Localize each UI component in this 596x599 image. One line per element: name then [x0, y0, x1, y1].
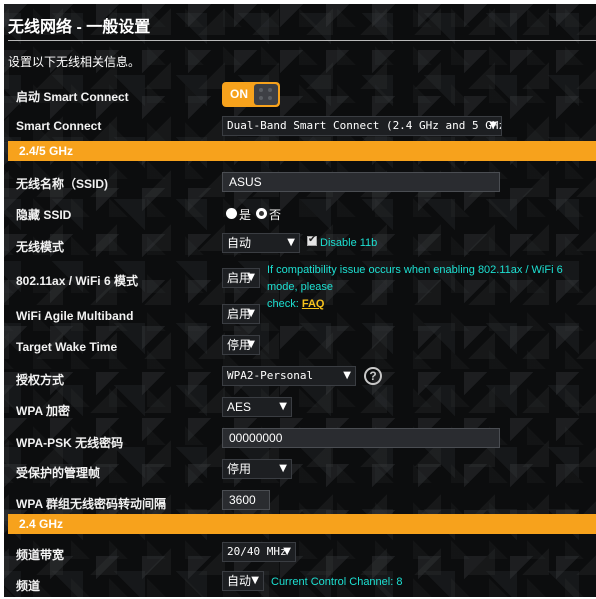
chevron-down-icon: ▼ — [247, 339, 255, 350]
group-key-input[interactable]: 3600 — [222, 490, 270, 510]
bandwidth-label: 频道带宽 — [16, 548, 65, 562]
bandwidth-select[interactable]: 20/40 MHz ▼ — [222, 542, 296, 562]
psk-value: 00000000 — [229, 431, 283, 445]
hide-ssid-no-label: 否 — [269, 208, 282, 222]
page-description: 设置以下无线相关信息。 — [8, 55, 141, 69]
hide-ssid-no-radio[interactable] — [256, 208, 267, 219]
row-target-wake-time: Target Wake Time 停用 ▼ — [4, 331, 596, 361]
auth-method-label: 授权方式 — [16, 373, 65, 387]
target-wake-time-select[interactable]: 停用 ▼ — [222, 335, 260, 355]
psk-label: WPA-PSK 无线密码 — [16, 436, 124, 450]
row-hide-ssid: 隐藏 SSID 是 否 — [4, 198, 596, 228]
agile-multiband-label: WiFi Agile Multiband — [16, 309, 134, 323]
group-key-label: WPA 群组无线密码转动间隔 — [16, 497, 166, 511]
title-divider — [8, 40, 596, 41]
channel-label: 频道 — [16, 579, 41, 593]
toggle-knob — [254, 84, 278, 105]
smart-connect-value: Dual-Band Smart Connect (2.4 GHz and 5 G… — [227, 119, 502, 132]
row-ax-mode: 802.11ax / WiFi 6 模式 启用 ▼ If compatibili… — [4, 260, 596, 310]
smart-connect-enable-label: 启动 Smart Connect — [16, 90, 129, 104]
smart-connect-select[interactable]: Dual-Band Smart Connect (2.4 GHz and 5 G… — [222, 116, 502, 136]
ax-mode-note-line1: If compatibility issue occurs when enabl… — [267, 264, 563, 293]
chevron-down-icon: ▼ — [247, 308, 255, 319]
section-title-24ghz: 2.4 GHz — [19, 517, 64, 531]
disable-11b-label: Disable 11b — [320, 237, 378, 249]
row-pmf: 受保护的管理帧 停用 ▼ — [4, 455, 596, 485]
wireless-general-settings-panel: 无线网络 - 一般设置 设置以下无线相关信息。 启动 Smart Connect… — [4, 4, 596, 597]
page-title: 无线网络 - 一般设置 — [8, 19, 151, 36]
ssid-input[interactable]: ASUS — [222, 172, 500, 192]
chevron-down-icon: ▼ — [283, 546, 291, 557]
hide-ssid-label: 隐藏 SSID — [16, 208, 72, 222]
chevron-down-icon: ▼ — [343, 370, 351, 381]
row-ssid: 无线名称（SSID) ASUS — [4, 166, 596, 196]
smart-connect-toggle[interactable]: ON — [222, 82, 280, 107]
ax-mode-select[interactable]: 启用 ▼ — [222, 268, 260, 288]
row-psk: WPA-PSK 无线密码 00000000 — [4, 424, 596, 454]
chevron-down-icon: ▼ — [489, 120, 497, 131]
disable-11b-checkbox[interactable] — [307, 234, 317, 246]
row-smart-connect-enable: 启动 Smart Connect ON — [4, 80, 596, 110]
chevron-down-icon: ▼ — [279, 463, 287, 474]
row-smart-connect: Smart Connect Dual-Band Smart Connect (2… — [4, 112, 596, 142]
channel-value: 自动 — [227, 574, 252, 588]
hide-ssid-yes-label: 是 — [239, 208, 252, 222]
auth-method-value: WPA2-Personal — [227, 369, 314, 382]
wireless-mode-select[interactable]: 自动 ▼ — [222, 233, 300, 253]
ssid-label: 无线名称（SSID) — [16, 177, 109, 191]
row-wireless-mode: 无线模式 自动 ▼ Disable 11b — [4, 229, 596, 259]
channel-select[interactable]: 自动 ▼ — [222, 571, 264, 591]
target-wake-time-label: Target Wake Time — [16, 340, 118, 354]
wpa-encryption-value: AES — [227, 400, 252, 414]
bandwidth-value: 20/40 MHz — [227, 545, 287, 558]
chevron-down-icon: ▼ — [287, 237, 295, 248]
ax-mode-label: 802.11ax / WiFi 6 模式 — [16, 274, 138, 288]
wireless-mode-value: 自动 — [227, 236, 252, 250]
chevron-down-icon: ▼ — [251, 575, 259, 586]
toggle-on-text: ON — [230, 87, 248, 101]
group-key-value: 3600 — [229, 493, 256, 507]
agile-multiband-select[interactable]: 启用 ▼ — [222, 304, 260, 324]
row-bandwidth: 频道带宽 20/40 MHz ▼ — [4, 537, 596, 567]
row-channel: 频道 自动 ▼ Current Control Channel: 8 — [4, 567, 596, 597]
section-title-24-5ghz: 2.4/5 GHz — [19, 144, 74, 158]
psk-input[interactable]: 00000000 — [222, 428, 500, 448]
row-auth-method: 授权方式 WPA2-Personal ▼ ? — [4, 362, 596, 392]
chevron-down-icon: ▼ — [279, 401, 287, 412]
help-icon[interactable]: ? — [364, 367, 382, 385]
row-group-key: WPA 群组无线密码转动间隔 3600 — [4, 486, 596, 516]
hide-ssid-yes-radio[interactable] — [226, 208, 237, 219]
ssid-value: ASUS — [229, 175, 262, 189]
section-header-24ghz: 2.4 GHz — [8, 514, 596, 534]
row-agile-multiband: WiFi Agile Multiband 启用 ▼ — [4, 300, 596, 330]
smart-connect-label: Smart Connect — [16, 119, 102, 133]
wpa-encryption-label: WPA 加密 — [16, 404, 70, 418]
wireless-mode-label: 无线模式 — [16, 240, 65, 254]
wpa-encryption-select[interactable]: AES ▼ — [222, 397, 292, 417]
section-header-24-5ghz: 2.4/5 GHz — [8, 141, 596, 161]
row-wpa-encryption: WPA 加密 AES ▼ — [4, 393, 596, 423]
pmf-value: 停用 — [227, 462, 252, 476]
auth-method-select[interactable]: WPA2-Personal ▼ — [222, 366, 356, 386]
pmf-label: 受保护的管理帧 — [16, 466, 101, 480]
pmf-select[interactable]: 停用 ▼ — [222, 459, 292, 479]
current-channel-text: Current Control Channel: 8 — [271, 576, 403, 588]
chevron-down-icon: ▼ — [247, 272, 255, 283]
